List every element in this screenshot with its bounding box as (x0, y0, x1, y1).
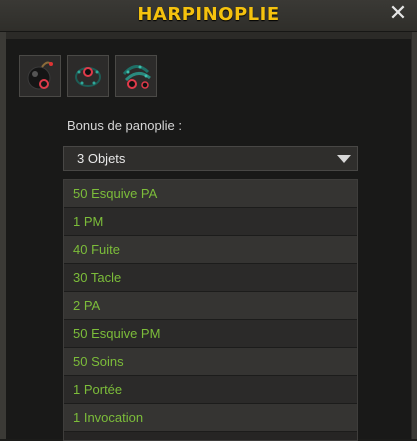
item-count-dropdown[interactable]: 3 Objets (63, 146, 358, 171)
panoply-window: HARPINOPLIE ✕ Bonus de panoplie: 3 Obje… (0, 0, 417, 441)
set-item-slot-2[interactable] (67, 55, 109, 97)
bonus-row: 2 PA (64, 292, 357, 320)
set-item-slot-1[interactable] (19, 55, 61, 97)
bonus-row: 1 Portée (64, 376, 357, 404)
panoply-bonus-label: Bonus de panoplie : (67, 118, 182, 133)
dropdown-selected-value: 3 Objets (77, 151, 126, 166)
set-items-row (19, 55, 157, 97)
bonus-row: 50 Esquive PM (64, 320, 357, 348)
chevron-down-icon (337, 155, 351, 163)
close-icon[interactable]: ✕ (387, 2, 409, 26)
bonus-row: 40 Fuite (64, 236, 357, 264)
bonus-row: 50 Soins (64, 348, 357, 376)
bomb-icon (27, 61, 53, 90)
bonus-row: 50 Esquive PA (64, 180, 357, 208)
bonus-row: 30 Tacle (64, 264, 357, 292)
ring-icon (75, 67, 101, 87)
content-panel: Bonus de panoplie : 3 Objets 50 Esquive … (6, 39, 411, 441)
bonus-row: 1 PM (64, 208, 357, 236)
set-item-slot-3[interactable] (115, 55, 157, 97)
window-title: HARPINOPLIE (137, 4, 280, 25)
bonus-row: 1 Invocation (64, 404, 357, 432)
bracelet-icon (122, 65, 151, 89)
window-frame-right (412, 32, 417, 439)
title-bar: HARPINOPLIE ✕ (0, 0, 417, 32)
bonus-list: 50 Esquive PA 1 PM 40 Fuite 30 Tacle 2 PA 50 … (63, 179, 358, 441)
